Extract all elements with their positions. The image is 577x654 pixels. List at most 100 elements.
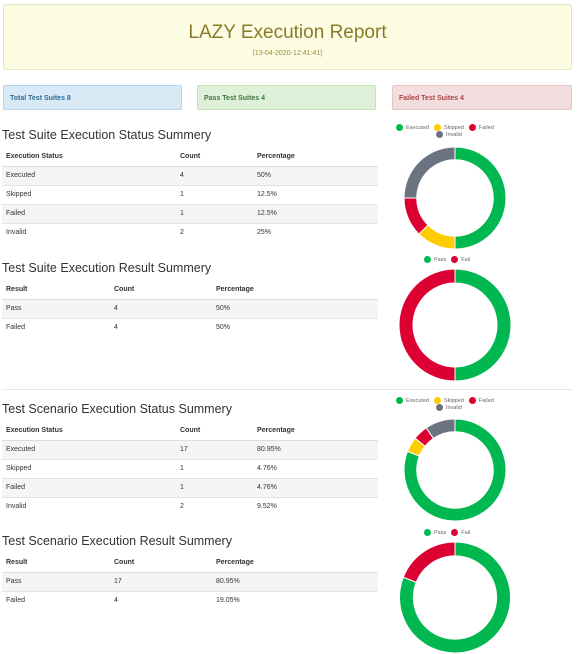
donut-slice-fail[interactable] — [398, 268, 456, 382]
legend-item-pass[interactable]: Pass — [424, 529, 446, 536]
legend-item-skipped[interactable]: Skipped — [433, 397, 464, 404]
column-header: Percentage — [253, 147, 378, 167]
table-cell: Executed — [2, 439, 176, 459]
suite-result-table: Result Count Percentage Pass 4 50% Faile… — [2, 280, 378, 337]
legend-item-fail[interactable]: Fail — [451, 529, 470, 536]
donut-slice-failed[interactable] — [403, 197, 429, 235]
table-cell: 1 — [176, 184, 253, 204]
table-cell: Invalid — [2, 496, 176, 516]
column-header: Execution Status — [2, 421, 176, 441]
table-cell: 1 — [176, 477, 253, 497]
legend-label: Executed — [406, 124, 429, 131]
legend-swatch — [468, 397, 476, 404]
pass-test-suites-badge: Pass Test Suites 4 — [197, 85, 376, 110]
column-header: Percentage — [212, 553, 378, 573]
legend-item-failed[interactable]: Failed — [468, 397, 494, 404]
suite-status-section: Test Suite Execution Status Summery Exec… — [2, 128, 378, 242]
legend-item-failed[interactable]: Failed — [468, 124, 494, 131]
legend-swatch — [451, 256, 459, 263]
legend-item-executed[interactable]: Executed — [396, 124, 429, 131]
table-cell: 25% — [253, 222, 378, 242]
section-divider — [2, 389, 572, 390]
table-cell: Pass — [2, 571, 110, 591]
table-cell: 1 — [176, 203, 253, 223]
failed-test-suites-badge: Failed Test Suites 4 — [392, 85, 572, 110]
table-cell: Failed — [2, 477, 176, 497]
table-cell: 4 — [176, 165, 253, 185]
legend-item-invalid[interactable]: Invalid — [436, 404, 462, 411]
table-row: Skipped 1 4.76% — [2, 458, 378, 478]
table-cell: Failed — [2, 590, 110, 610]
table-cell: Executed — [2, 165, 176, 185]
legend-swatch — [396, 397, 403, 404]
report-timestamp: (13-04-2020-12:41:41) — [252, 50, 323, 57]
legend-swatch — [436, 404, 443, 411]
table-cell: Invalid — [2, 222, 176, 242]
table-header-row: Result Count Percentage — [2, 280, 378, 300]
legend-item-executed[interactable]: Executed — [396, 397, 429, 404]
legend-item-fail[interactable]: Fail — [451, 256, 470, 263]
scenario-status-table: Execution Status Count Percentage Execut… — [2, 421, 378, 516]
column-header: Execution Status — [2, 147, 176, 167]
report-title: LAZY Execution Report — [188, 22, 387, 43]
scenario-status-donut-chart — [403, 418, 507, 522]
table-cell: 50% — [212, 298, 378, 318]
table-cell: 4 — [110, 590, 212, 610]
table-header-row: Result Count Percentage — [2, 553, 378, 573]
legend-swatch — [433, 397, 441, 404]
donut-slice-invalid[interactable] — [403, 146, 456, 199]
table-cell: 4.76% — [253, 458, 378, 478]
table-row: Invalid 2 9.52% — [2, 496, 378, 516]
scenario-result-section: Test Scenario Execution Result Summery R… — [2, 534, 378, 610]
column-header: Count — [110, 553, 212, 573]
donut-slice-fail[interactable] — [402, 541, 456, 583]
scenario-result-donut-chart — [399, 541, 511, 654]
suite-result-section: Test Suite Execution Result Summery Resu… — [2, 261, 378, 337]
legend-label: Pass — [434, 256, 447, 263]
table-cell: Failed — [2, 203, 176, 223]
table-row: Invalid 2 25% — [2, 222, 378, 242]
table-cell: 19.05% — [212, 590, 378, 610]
donut-slice-executed[interactable] — [454, 146, 507, 250]
table-header-row: Execution Status Count Percentage — [2, 147, 378, 167]
suite-result-donut-chart — [398, 268, 512, 382]
table-row: Executed 17 80.95% — [2, 439, 378, 459]
section-title: Test Scenario Execution Status Summery — [2, 402, 232, 416]
legend-item-invalid[interactable]: Invalid — [436, 131, 462, 138]
table-cell: 80.95% — [253, 439, 378, 459]
table-row: Pass 4 50% — [2, 298, 378, 318]
table-cell: 4 — [110, 298, 212, 318]
legend-item-pass[interactable]: Pass — [424, 256, 446, 263]
table-cell: 12.5% — [253, 203, 378, 223]
table-cell: Skipped — [2, 458, 176, 478]
column-header: Result — [2, 553, 110, 573]
table-header-row: Execution Status Count Percentage — [2, 421, 378, 441]
total-test-suites-badge: Total Test Suites 8 — [3, 85, 182, 110]
table-row: Executed 4 50% — [2, 165, 378, 185]
table-cell: 2 — [176, 222, 253, 242]
legend-swatch — [451, 529, 459, 536]
legend-swatch — [396, 124, 403, 131]
suite-status-table: Execution Status Count Percentage Execut… — [2, 147, 378, 242]
legend-label: Failed — [478, 397, 494, 404]
table-cell: 9.52% — [253, 496, 378, 516]
section-title: Test Suite Execution Status Summery — [2, 128, 212, 142]
column-header: Result — [2, 280, 110, 300]
table-cell: 50% — [212, 317, 378, 337]
table-row: Failed 4 19.05% — [2, 590, 378, 610]
report-header: LAZY Execution Report (13-04-2020-12:41:… — [3, 4, 572, 70]
table-row: Skipped 1 12.5% — [2, 184, 378, 204]
column-header: Count — [110, 280, 212, 300]
table-row: Failed 4 50% — [2, 317, 378, 337]
table-cell: 80.95% — [212, 571, 378, 591]
column-header: Percentage — [253, 421, 378, 441]
donut-slice-pass[interactable] — [454, 268, 512, 382]
table-cell: 12.5% — [253, 184, 378, 204]
legend-label: Executed — [406, 397, 429, 404]
scenario-result-table: Result Count Percentage Pass 17 80.95% F… — [2, 553, 378, 610]
legend-item-skipped[interactable]: Skipped — [433, 124, 464, 131]
table-cell: 4 — [110, 317, 212, 337]
legend-swatch — [424, 256, 431, 263]
chart-legend: Executed Skipped Failed Invalid — [396, 397, 516, 411]
table-cell: 2 — [176, 496, 253, 516]
